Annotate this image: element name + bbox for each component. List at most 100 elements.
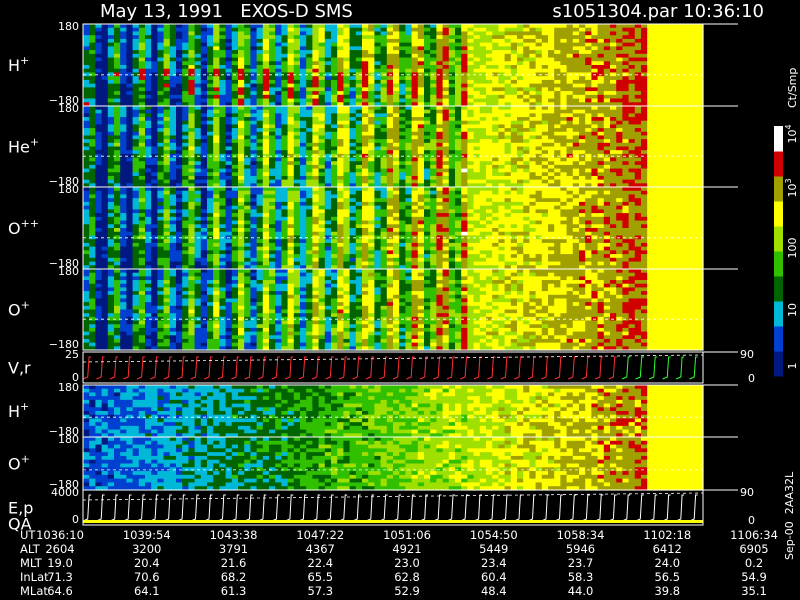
heat-cell (368, 76, 375, 81)
heat-cell (610, 128, 617, 133)
heat-cell (535, 139, 543, 144)
heat-cell (312, 113, 320, 118)
heat-cell (157, 27, 165, 33)
heat-cell (157, 224, 165, 229)
heat-cell (213, 46, 220, 51)
heat-cell (498, 50, 506, 55)
heat-cell (163, 146, 171, 151)
heat-cell (231, 216, 239, 222)
heat-cell (101, 120, 109, 126)
heat-cell (281, 179, 289, 184)
heat-cell (145, 246, 152, 251)
heat-cell (151, 53, 158, 59)
heat-cell (182, 91, 189, 96)
heat-cell (337, 106, 344, 111)
heat-cell (126, 194, 134, 199)
heat-cell (672, 120, 679, 126)
heat-cell (213, 250, 220, 255)
heat-cell (95, 57, 103, 62)
heat-cell (380, 53, 388, 59)
heat-cell (324, 98, 332, 103)
heat-cell (101, 261, 109, 266)
heat-cell (492, 161, 499, 166)
heat-cell (169, 87, 177, 92)
heat-cell (114, 50, 121, 55)
heat-cell (182, 31, 189, 36)
heat-cell (169, 131, 177, 137)
heat-cell (572, 35, 580, 40)
heat-cell (436, 91, 444, 96)
heat-cell (386, 135, 394, 140)
heat-cell (213, 31, 220, 36)
heat-cell (647, 131, 654, 137)
heat-cell (659, 175, 667, 181)
heat-cell (262, 65, 270, 70)
heat-cell (448, 38, 456, 44)
heat-cell (641, 79, 648, 85)
heat-cell (126, 27, 134, 33)
heat-cell (225, 27, 233, 33)
heat-cell (145, 98, 152, 103)
heat-cell (448, 42, 456, 47)
heat-cell (486, 179, 493, 184)
heat-cell (262, 124, 270, 129)
heat-cell (287, 172, 295, 177)
heat-cell (231, 42, 239, 47)
heat-cell (169, 76, 177, 81)
heat-cell (579, 131, 586, 137)
heat-cell (126, 83, 134, 88)
heat-cell (107, 106, 115, 111)
heat-cell (424, 113, 431, 118)
heat-cell (157, 220, 165, 225)
heat-cell (386, 175, 394, 181)
heat-cell (362, 120, 369, 126)
heat-cell (436, 128, 444, 133)
heat-cell (455, 124, 462, 129)
heat-cell (120, 228, 127, 233)
heat-cell (151, 87, 158, 92)
heat-cell (455, 142, 462, 148)
heat-cell (318, 109, 326, 114)
heat-cell (355, 117, 363, 122)
heat-cell (114, 38, 121, 44)
heat-cell (269, 175, 276, 181)
heat-cell (405, 94, 413, 100)
heat-cell (138, 53, 146, 59)
heat-cell (132, 91, 140, 96)
heat-cell (126, 168, 134, 173)
heat-cell (647, 83, 654, 88)
heat-cell (374, 150, 382, 155)
heat-cell (684, 172, 692, 177)
heat-cell (362, 146, 369, 151)
heat-cell (461, 128, 468, 133)
heat-cell (200, 76, 208, 81)
heat-cell (188, 131, 196, 137)
heat-cell (362, 124, 369, 129)
heat-cell (138, 239, 146, 244)
heat-cell (647, 42, 654, 47)
heat-cell (616, 24, 623, 29)
heat-cell (89, 50, 96, 55)
heat-cell (634, 179, 642, 184)
heat-cell (355, 35, 363, 40)
heat-cell (275, 91, 282, 96)
heat-cell (659, 50, 667, 55)
heat-cell (591, 57, 599, 62)
heat-cell (126, 261, 134, 266)
heat-cell (269, 120, 276, 126)
heat-cell (634, 175, 642, 181)
heat-cell (393, 161, 400, 166)
heat-cell (331, 146, 338, 151)
heat-cell (430, 91, 437, 96)
heat-cell (176, 27, 183, 33)
heat-cell (120, 35, 127, 40)
heat-cell (337, 175, 344, 181)
heat-cell (101, 35, 109, 40)
heat-cell (275, 161, 282, 166)
heat-cell (200, 120, 208, 126)
heat-cell (250, 46, 258, 51)
heat-cell (622, 168, 630, 173)
heat-cell (690, 131, 698, 137)
heat-cell (200, 38, 208, 44)
heat-cell (219, 31, 227, 36)
